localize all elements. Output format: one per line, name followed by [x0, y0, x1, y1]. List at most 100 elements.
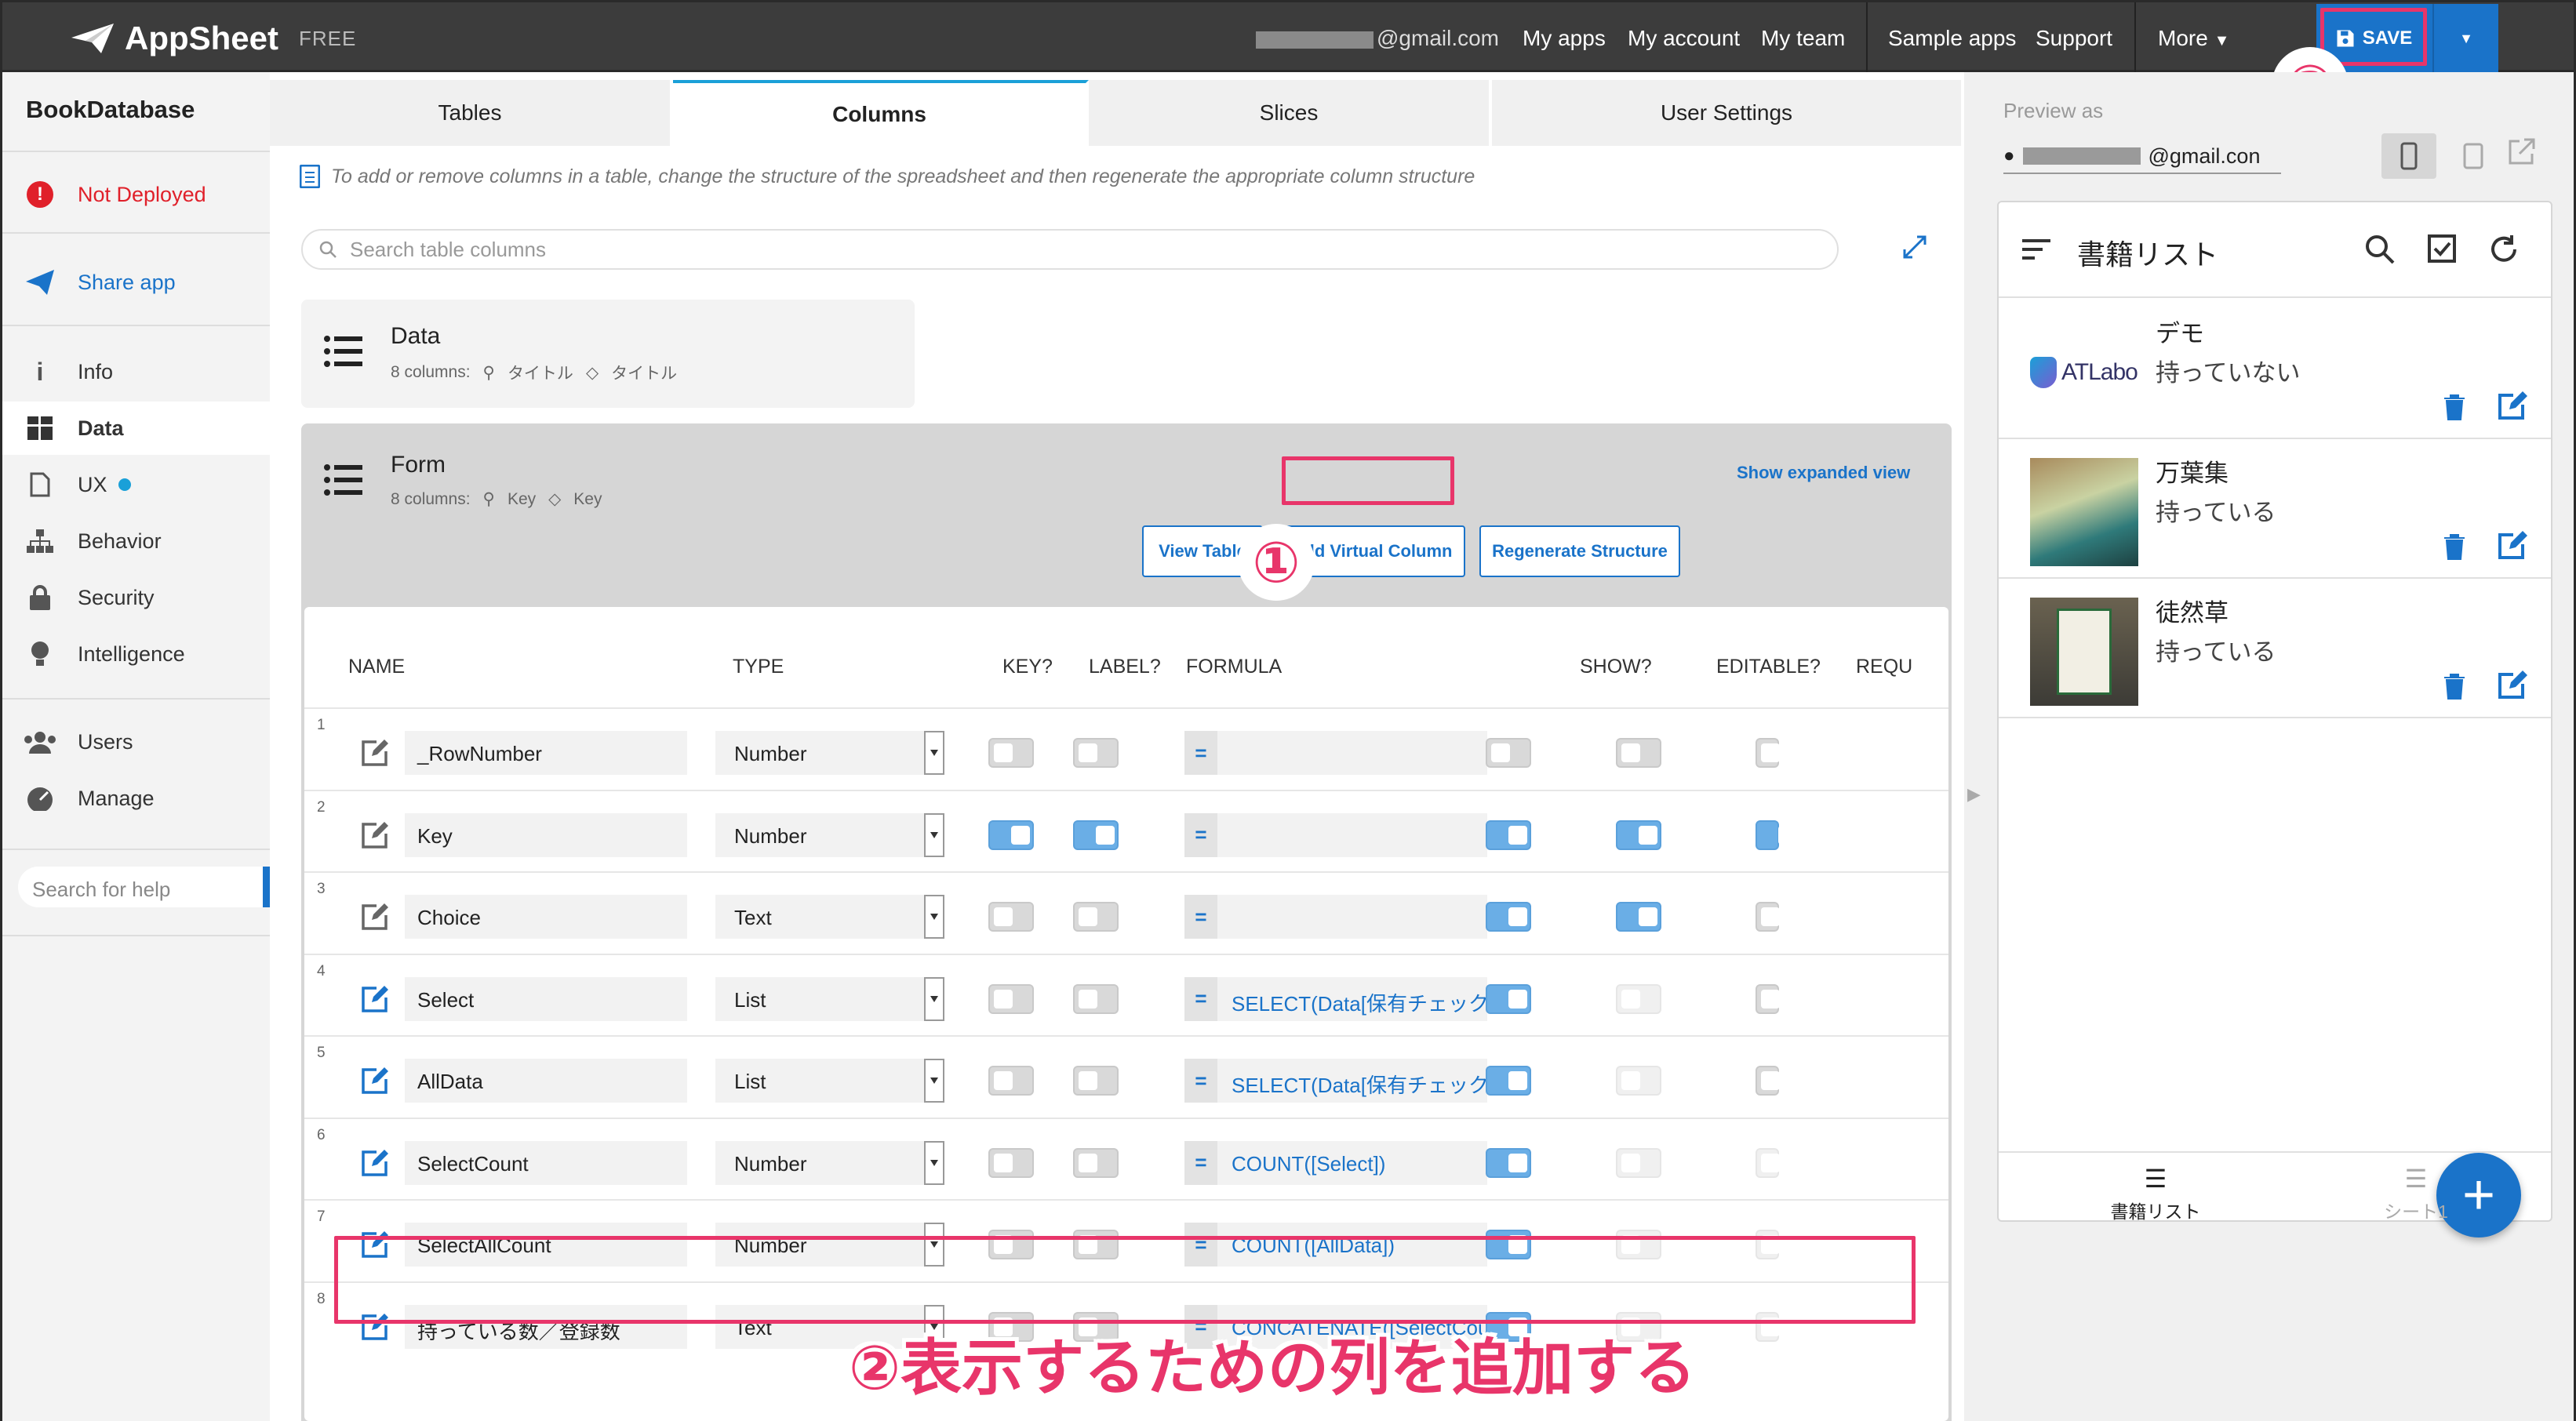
editable-toggle[interactable] — [1616, 983, 1661, 1014]
list-item[interactable]: 徒然草 持っている — [1999, 579, 2551, 718]
show-toggle[interactable] — [1486, 738, 1531, 768]
trash-icon[interactable] — [2443, 533, 2466, 564]
formula-field[interactable]: = COUNT([Select]) — [1184, 1140, 1487, 1185]
preview-user-select[interactable]: ● @gmail.con — [2003, 140, 2281, 174]
label-toggle[interactable] — [1073, 1066, 1119, 1096]
show-toggle[interactable] — [1486, 983, 1531, 1014]
regenerate-structure-button[interactable]: Regenerate Structure — [1479, 525, 1680, 577]
required-toggle[interactable] — [1756, 820, 1797, 850]
formula-field[interactable]: = — [1184, 812, 1487, 857]
edit-icon[interactable] — [2498, 530, 2529, 564]
column-name-field[interactable]: Key — [405, 812, 687, 857]
list-item[interactable]: ATLabo デモ 持っていない — [1999, 300, 2551, 439]
editable-toggle[interactable] — [1616, 1066, 1661, 1096]
sidebar-item-not-deployed[interactable]: ! Not Deployed — [2, 168, 270, 221]
edit-icon[interactable] — [361, 1067, 389, 1095]
label-toggle[interactable] — [1073, 983, 1119, 1014]
edit-icon[interactable] — [361, 903, 389, 931]
column-type-select[interactable]: Text — [715, 895, 944, 939]
required-toggle[interactable] — [1756, 902, 1780, 932]
required-toggle[interactable] — [1756, 738, 1780, 768]
table-card-data[interactable]: Data 8 columns: ⚲ タイトル ◇ タイトル — [301, 300, 915, 408]
refresh-icon[interactable] — [2488, 234, 2520, 269]
column-type-select[interactable]: List — [715, 1059, 944, 1103]
edit-icon[interactable] — [361, 821, 389, 849]
show-toggle[interactable] — [1486, 1147, 1531, 1178]
trash-icon[interactable] — [2443, 673, 2466, 703]
label-toggle[interactable] — [1073, 1147, 1119, 1178]
trash-icon[interactable] — [2443, 394, 2466, 424]
nav-sample-apps[interactable]: Sample apps — [1888, 26, 2016, 51]
sidebar-item-users[interactable]: Users — [2, 715, 270, 769]
key-toggle[interactable] — [988, 820, 1034, 850]
sidebar-item-info[interactable]: i Info — [2, 345, 270, 398]
expand-icon[interactable] — [1901, 234, 1928, 264]
sidebar-item-manage[interactable]: Manage — [2, 772, 270, 825]
appsheet-logo[interactable]: AppSheet FREE — [70, 20, 356, 57]
tab-columns[interactable]: Columns — [673, 80, 1089, 146]
column-search-input[interactable]: Search table columns — [301, 229, 1839, 270]
editable-toggle[interactable] — [1616, 820, 1661, 850]
tab-tables[interactable]: Tables — [270, 80, 673, 146]
show-toggle[interactable] — [1486, 1066, 1531, 1096]
key-toggle[interactable] — [988, 1147, 1034, 1178]
collapse-arrow-icon[interactable]: ▶ — [1967, 784, 1981, 805]
editable-toggle[interactable] — [1616, 1147, 1661, 1178]
label-toggle[interactable] — [1073, 902, 1119, 932]
editable-toggle[interactable] — [1616, 738, 1661, 768]
help-search-input[interactable]: Search for help — [18, 867, 271, 907]
label-toggle[interactable] — [1073, 820, 1119, 850]
edit-icon[interactable] — [361, 739, 389, 767]
edit-icon[interactable] — [2498, 670, 2529, 703]
nav-my-team[interactable]: My team — [1761, 26, 1845, 51]
checkbox-select-icon[interactable] — [2427, 234, 2457, 267]
column-type-select[interactable]: Number — [715, 731, 944, 775]
tablet-view-icon[interactable] — [2450, 133, 2496, 179]
editable-toggle[interactable] — [1616, 902, 1661, 932]
sort-icon[interactable] — [2022, 238, 2050, 264]
nav-my-apps[interactable]: My apps — [1523, 26, 1606, 51]
formula-field[interactable]: = — [1184, 731, 1487, 775]
list-item[interactable]: 万葉集 持っている — [1999, 439, 2551, 579]
sidebar-item-data[interactable]: Data — [2, 402, 270, 455]
sidebar-item-security[interactable]: Security — [2, 571, 270, 624]
nav-my-account[interactable]: My account — [1628, 26, 1740, 51]
nav-support[interactable]: Support — [2036, 26, 2112, 51]
column-type-select[interactable]: Number — [715, 812, 944, 857]
sidebar-item-share[interactable]: Share app — [2, 256, 270, 309]
column-name-field[interactable]: SelectCount — [405, 1140, 687, 1185]
tab-slices[interactable]: Slices — [1089, 80, 1492, 146]
formula-field[interactable]: = SELECT(Data[保有チェック — [1184, 976, 1487, 1021]
formula-field[interactable]: = — [1184, 895, 1487, 939]
column-name-field[interactable]: _RowNumber — [405, 731, 687, 775]
column-type-select[interactable]: Number — [715, 1140, 944, 1185]
show-toggle[interactable] — [1486, 820, 1531, 850]
column-name-field[interactable]: Choice — [405, 895, 687, 939]
external-link-icon[interactable] — [2505, 136, 2537, 172]
tab-user-settings[interactable]: User Settings — [1492, 80, 1964, 146]
search-icon[interactable] — [2364, 234, 2396, 269]
sidebar-item-intelligence[interactable]: Intelligence — [2, 627, 270, 681]
column-type-select[interactable]: List — [715, 976, 944, 1021]
sidebar-item-behavior[interactable]: Behavior — [2, 514, 270, 568]
required-toggle[interactable] — [1756, 1066, 1780, 1096]
formula-field[interactable]: = SELECT(Data[保有チェック — [1184, 1059, 1487, 1103]
column-name-field[interactable]: AllData — [405, 1059, 687, 1103]
sidebar-item-ux[interactable]: UX — [2, 458, 270, 511]
show-expanded-view-link[interactable]: Show expanded view — [1737, 463, 1910, 483]
nav-more[interactable]: More ▼ — [2158, 26, 2229, 51]
edit-icon[interactable] — [2498, 391, 2529, 424]
label-toggle[interactable] — [1073, 738, 1119, 768]
required-toggle[interactable] — [1756, 983, 1780, 1014]
key-toggle[interactable] — [988, 738, 1034, 768]
show-toggle[interactable] — [1486, 902, 1531, 932]
phone-view-icon[interactable] — [2381, 133, 2436, 179]
save-dropdown-button[interactable]: ▼ — [2432, 4, 2498, 73]
key-toggle[interactable] — [988, 1066, 1034, 1096]
key-toggle[interactable] — [988, 902, 1034, 932]
bottom-nav-list[interactable]: ☰ 書籍リスト — [2077, 1164, 2234, 1223]
column-name-field[interactable]: Select — [405, 976, 687, 1021]
key-toggle[interactable] — [988, 983, 1034, 1014]
required-toggle[interactable] — [1756, 1147, 1780, 1178]
edit-icon[interactable] — [361, 1149, 389, 1177]
